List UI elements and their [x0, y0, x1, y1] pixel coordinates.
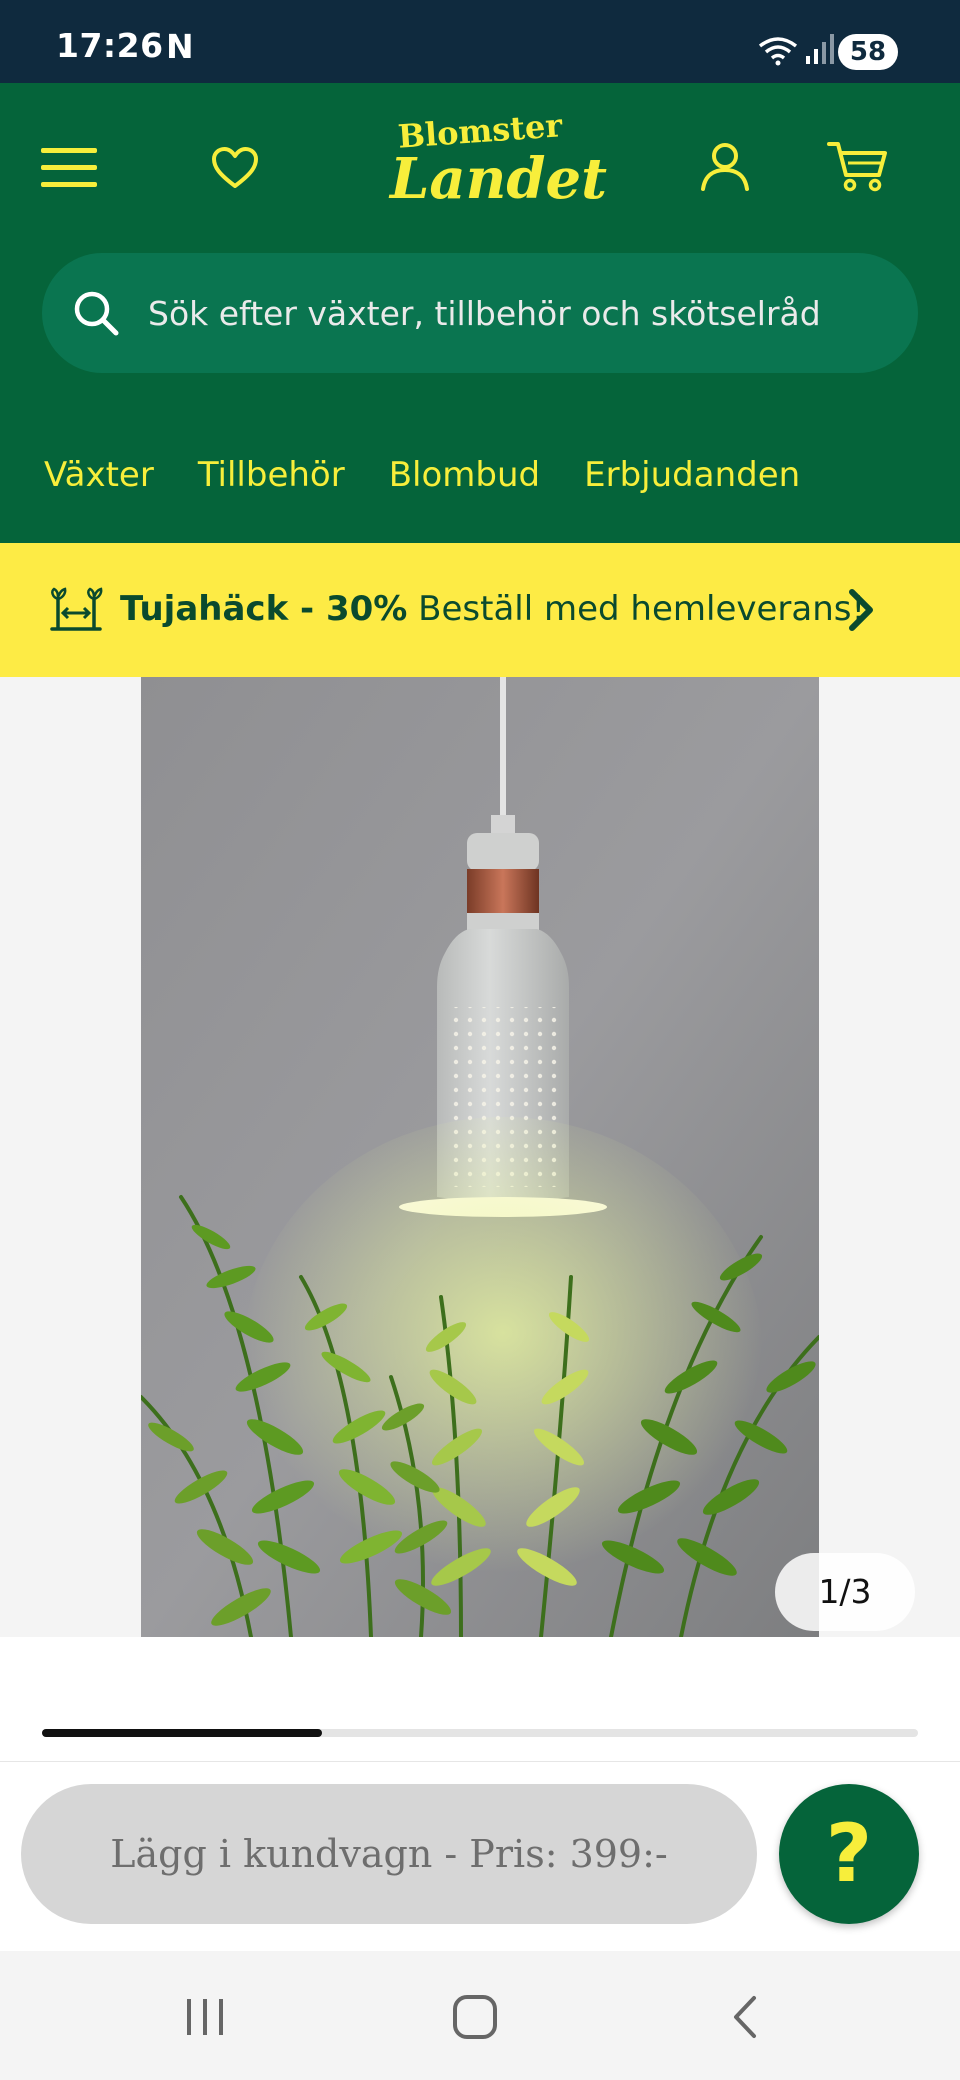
menu-button[interactable] [34, 133, 104, 203]
account-button[interactable] [690, 131, 760, 201]
product-image[interactable] [141, 677, 819, 1637]
status-bar: 17:26 N 58 [0, 0, 960, 83]
category-nav: Växter Tillbehör Blombud Erbjudanden [44, 455, 800, 495]
shopping-cart-icon [827, 142, 887, 192]
recent-apps-button[interactable] [170, 1987, 240, 2047]
search-icon [74, 291, 119, 336]
nav-item-blombud[interactable]: Blombud [389, 455, 540, 495]
status-time: 17:26 [56, 26, 164, 65]
back-icon [734, 1996, 756, 2038]
cart-button[interactable] [818, 131, 898, 201]
system-navigation-bar [0, 1951, 960, 2080]
recent-apps-icon [187, 1999, 223, 2035]
chevron-right-icon [849, 589, 873, 631]
site-header: Blomster Landet Växter Tillbehör Blombud… [0, 83, 960, 543]
search-input[interactable] [148, 253, 888, 373]
home-button[interactable] [440, 1987, 510, 2047]
heart-icon [212, 147, 258, 188]
product-content-area [0, 1637, 960, 1761]
bottom-action-bar: Lägg i kundvagn - Pris: 399:- ? [0, 1761, 960, 1951]
nav-item-tillbehor[interactable]: Tillbehör [198, 455, 345, 495]
search-bar[interactable] [42, 253, 918, 373]
gallery-scroll-indicator-fill [42, 1729, 322, 1737]
wifi-icon [758, 37, 798, 66]
logo-text-bottom: Landet [390, 146, 608, 212]
promo-offer: Tujahäck - 30% [120, 589, 408, 629]
favorites-button[interactable] [200, 133, 270, 203]
image-counter: 1/3 [775, 1553, 915, 1631]
gallery-scroll-indicator [42, 1729, 918, 1737]
promo-message: Beställ med hemleverans! [418, 589, 866, 629]
user-icon [701, 143, 749, 191]
promo-text: Tujahäck - 30% Beställ med hemleverans! [120, 589, 865, 629]
blomsterlandet-logo[interactable]: Blomster Landet [390, 106, 608, 223]
back-button[interactable] [710, 1987, 780, 2047]
home-icon [453, 1995, 497, 2039]
nav-item-vaxter[interactable]: Växter [44, 455, 154, 495]
promo-banner[interactable]: Tujahäck - 30% Beställ med hemleverans! [0, 543, 960, 677]
help-button[interactable]: ? [779, 1784, 919, 1924]
signal-icon [806, 34, 834, 64]
netflix-notification-icon: N [166, 27, 194, 66]
hamburger-icon [41, 148, 97, 187]
lamp-over-fern-photo [141, 677, 819, 1637]
product-gallery[interactable]: 1/3 [0, 677, 960, 1637]
add-to-cart-button[interactable]: Lägg i kundvagn - Pris: 399:- [21, 1784, 757, 1924]
hedge-icon [50, 587, 103, 631]
nav-item-erbjudanden[interactable]: Erbjudanden [584, 455, 800, 495]
battery-indicator: 58 [838, 34, 898, 70]
